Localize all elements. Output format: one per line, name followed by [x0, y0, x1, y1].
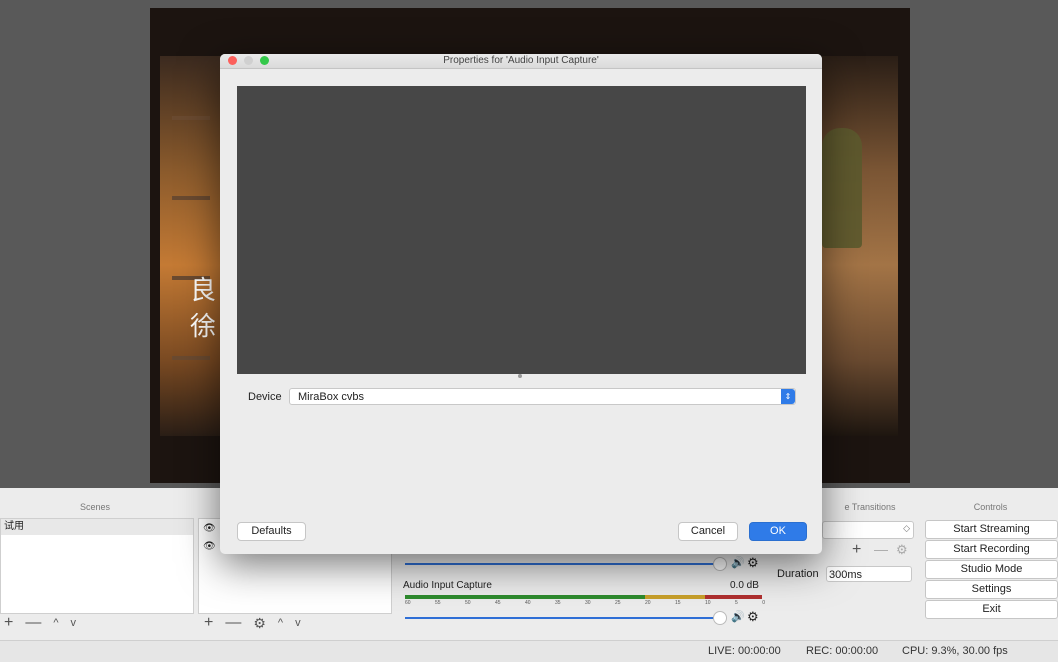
- device-select-value: MiraBox cvbs: [298, 391, 365, 403]
- move-scene-up-button[interactable]: ^: [53, 617, 58, 629]
- mixer-scale-tick: 60: [405, 600, 411, 606]
- dialog-title: Properties for 'Audio Input Capture': [443, 55, 599, 66]
- mixer-scale-tick: 50: [465, 600, 471, 606]
- mixer-track1-volume-handle[interactable]: [713, 557, 727, 571]
- transition-properties-gear-icon[interactable]: ⚙: [896, 542, 908, 558]
- scene-item[interactable]: 试用: [1, 519, 193, 535]
- add-scene-button[interactable]: +: [4, 614, 13, 632]
- live-status: LIVE: 00:00:00: [708, 645, 781, 657]
- add-source-button[interactable]: +: [204, 614, 213, 632]
- source-properties-gear-icon[interactable]: ⚙: [253, 615, 266, 632]
- mixer-meter-green: [405, 595, 645, 599]
- sources-toolbar: + — ⚙ ^ v: [204, 612, 301, 634]
- scenes-list[interactable]: 试用: [0, 518, 194, 614]
- cancel-button[interactable]: Cancel: [678, 522, 738, 541]
- move-source-down-button[interactable]: v: [295, 617, 301, 629]
- preview-shelf: [172, 356, 210, 360]
- chevron-updown-icon: ◇: [903, 523, 910, 533]
- preview-shelf: [172, 116, 210, 120]
- controls-dock-header: Controls: [973, 502, 1008, 512]
- studio-mode-button[interactable]: Studio Mode: [925, 560, 1058, 579]
- scenes-dock-header: Scenes: [79, 502, 111, 512]
- mixer-scale-tick: 20: [645, 600, 651, 606]
- source-preview: [237, 86, 806, 374]
- duration-input[interactable]: 300ms: [826, 566, 912, 582]
- scenes-toolbar: + — ^ v: [4, 612, 76, 634]
- mixer-scale-tick: 35: [555, 600, 561, 606]
- mixer-scale-tick: 10: [705, 600, 711, 606]
- remove-transition-button[interactable]: —: [874, 541, 888, 557]
- defaults-button[interactable]: Defaults: [237, 522, 306, 541]
- mixer-scale-tick: 55: [435, 600, 441, 606]
- mixer-track2-volume-handle[interactable]: [713, 611, 727, 625]
- move-scene-down-button[interactable]: v: [71, 617, 77, 629]
- start-streaming-button[interactable]: Start Streaming: [925, 520, 1058, 539]
- mixer-scale-tick: 0: [762, 600, 765, 606]
- chevron-updown-icon: ⇕: [781, 389, 795, 404]
- speaker-icon[interactable]: 🔊: [731, 556, 745, 569]
- mixer-track-name: Audio Input Capture: [403, 580, 492, 591]
- remove-source-button[interactable]: —: [225, 614, 241, 632]
- remove-scene-button[interactable]: —: [25, 614, 41, 632]
- device-select[interactable]: MiraBox cvbs ⇕: [289, 388, 796, 405]
- preview-person: [822, 128, 862, 248]
- rec-status: REC: 00:00:00: [806, 645, 879, 657]
- exit-button[interactable]: Exit: [925, 600, 1058, 619]
- preview-shelf: [172, 196, 210, 200]
- dialog-titlebar[interactable]: Properties for 'Audio Input Capture': [220, 54, 822, 69]
- status-bar: [0, 640, 1058, 662]
- mixer-scale: 60 55 50 45 40 35 30 25 20 15 10 5 0: [405, 600, 765, 608]
- preview-scene-left: [160, 56, 222, 436]
- duration-label: Duration: [777, 568, 819, 580]
- resize-handle[interactable]: [518, 374, 522, 378]
- transition-select[interactable]: ◇: [822, 521, 914, 539]
- speaker-icon[interactable]: 🔊: [731, 610, 745, 623]
- mixer-scale-tick: 25: [615, 600, 621, 606]
- cpu-status: CPU: 9.3%, 30.00 fps: [902, 645, 1008, 657]
- mixer-scale-tick: 30: [585, 600, 591, 606]
- preview-caption-line1: 良: [190, 276, 217, 306]
- mixer-track2-volume-slider[interactable]: [405, 617, 715, 619]
- ok-button[interactable]: OK: [749, 522, 807, 541]
- mixer-scale-tick: 40: [525, 600, 531, 606]
- start-recording-button[interactable]: Start Recording: [925, 540, 1058, 559]
- properties-dialog: Properties for 'Audio Input Capture' Dev…: [220, 54, 822, 554]
- add-transition-button[interactable]: +: [852, 541, 861, 559]
- mixer-meter-red: [705, 595, 762, 599]
- mixer-gear-icon[interactable]: ⚙: [747, 555, 759, 571]
- mixer-scale-tick: 15: [675, 600, 681, 606]
- device-label: Device: [248, 391, 282, 403]
- mixer-gear-icon[interactable]: ⚙: [747, 609, 759, 625]
- eye-icon[interactable]: 👁: [203, 541, 216, 552]
- mixer-track-level: 0.0 dB: [730, 580, 759, 591]
- mixer-scale-tick: 5: [735, 600, 738, 606]
- mixer-scale-tick: 45: [495, 600, 501, 606]
- mixer-meter-yellow: [645, 595, 705, 599]
- transitions-dock-header: e Transitions: [844, 502, 896, 512]
- mixer-track1-volume-slider[interactable]: [405, 563, 715, 565]
- settings-button[interactable]: Settings: [925, 580, 1058, 599]
- eye-icon[interactable]: 👁: [203, 523, 216, 534]
- preview-caption-line2: 徐: [190, 312, 217, 342]
- move-source-up-button[interactable]: ^: [278, 617, 283, 629]
